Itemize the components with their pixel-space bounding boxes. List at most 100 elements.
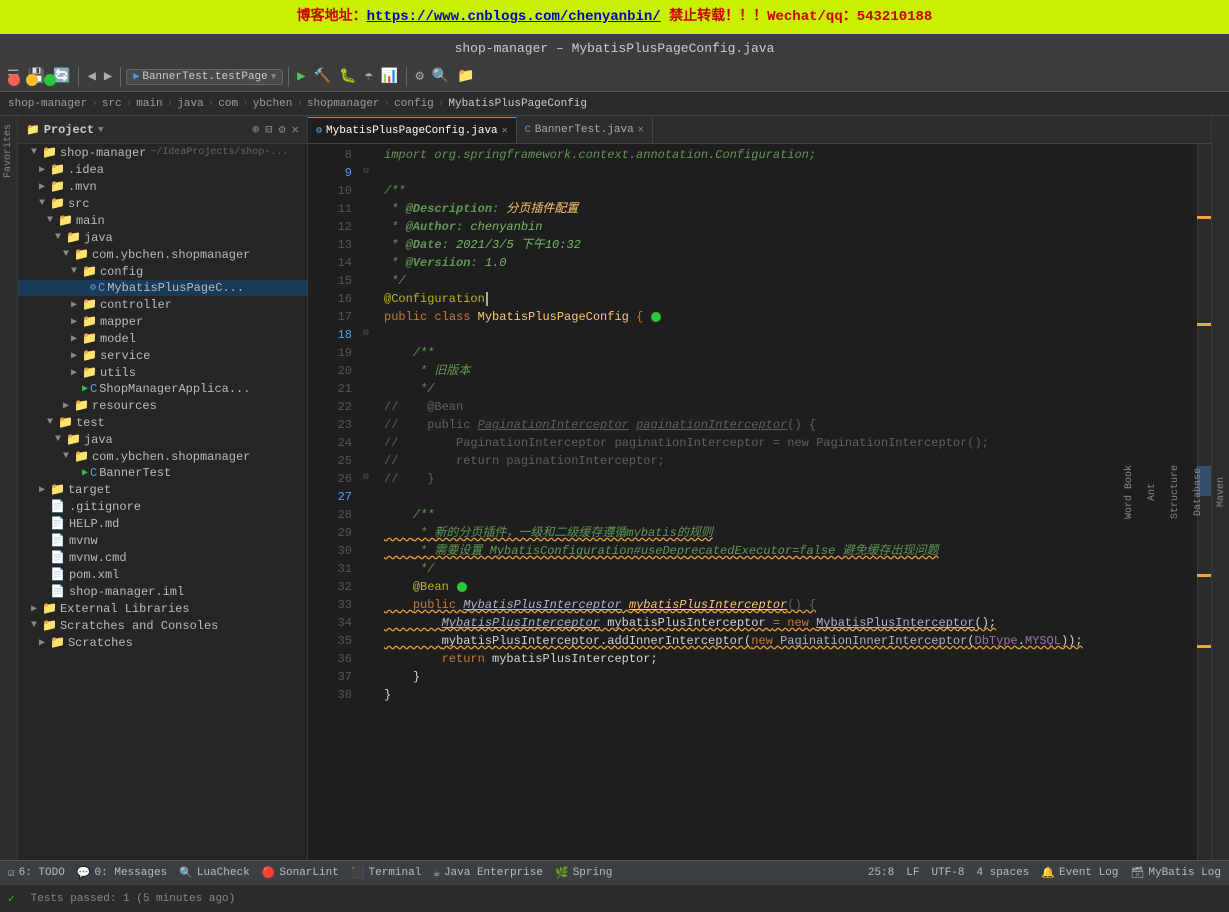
- fold-marker-27[interactable]: ⊟: [363, 472, 368, 482]
- encoding-label: UTF-8: [931, 867, 964, 879]
- tree-item-main[interactable]: ▼ 📁 main: [18, 212, 307, 229]
- tree-item-iml[interactable]: 📄 shop-manager.iml: [18, 583, 307, 600]
- window-buttons[interactable]: [8, 74, 56, 86]
- tree-item-mvn[interactable]: ▶ 📁 .mvn: [18, 178, 307, 195]
- tree-item-test[interactable]: ▼ 📁 test: [18, 414, 307, 431]
- tree-item-mvnw[interactable]: 📄 mvnw: [18, 532, 307, 549]
- sidebar-close-icon[interactable]: ✕: [292, 122, 299, 137]
- todo-status[interactable]: ☑ 6: TODO: [8, 866, 65, 880]
- tree-item-java[interactable]: ▼ 📁 java: [18, 229, 307, 246]
- run-file-icon: ▶: [82, 383, 88, 395]
- tree-item-root[interactable]: ▼ 📁 shop-manager ~/IdeaProjects/shop-...: [18, 144, 307, 161]
- tree-item-test-java[interactable]: ▼ 📁 java: [18, 431, 307, 448]
- tab-label: BannerTest.java: [535, 124, 634, 136]
- luacheck-label: LuaCheck: [197, 867, 250, 879]
- tree-label: com.ybchen.shopmanager: [92, 248, 250, 262]
- tree-item-model[interactable]: ▶ 📁 model: [18, 330, 307, 347]
- close-button[interactable]: [8, 74, 20, 86]
- maximize-button[interactable]: [44, 74, 56, 86]
- git-icon[interactable]: 📁: [454, 66, 477, 87]
- code-content[interactable]: import org.springframework.context.annot…: [376, 144, 1197, 860]
- debug-icon[interactable]: 🐛: [336, 66, 359, 87]
- tree-item-service[interactable]: ▶ 📁 service: [18, 347, 307, 364]
- expand-icon: ▶: [34, 484, 50, 496]
- tree-label: ShopManagerApplica...: [99, 382, 250, 396]
- breadcrumb-item[interactable]: java: [177, 98, 203, 110]
- breadcrumb-item[interactable]: shop-manager: [8, 98, 87, 110]
- run-config-dropdown[interactable]: ▶ BannerTest.testPage ▼: [126, 69, 283, 85]
- tree-item-pomxml[interactable]: 📄 pom.xml: [18, 566, 307, 583]
- tree-item-mapper[interactable]: ▶ 📁 mapper: [18, 313, 307, 330]
- spring-status[interactable]: 🌿 Spring: [555, 866, 612, 880]
- java-enterprise-status[interactable]: ☕ Java Enterprise: [433, 866, 543, 880]
- breadcrumb-item[interactable]: config: [394, 98, 434, 110]
- tree-item-gitignore[interactable]: 📄 .gitignore: [18, 498, 307, 515]
- profile-icon[interactable]: 📊: [378, 66, 401, 87]
- tree-item-bannertest[interactable]: ▶ C BannerTest: [18, 465, 307, 481]
- tree-item-resources[interactable]: ▶ 📁 resources: [18, 397, 307, 414]
- terminal-status[interactable]: ⬛ Terminal: [351, 866, 422, 880]
- settings-icon[interactable]: ⚙: [412, 66, 426, 87]
- tree-item-package[interactable]: ▼ 📁 com.ybchen.shopmanager: [18, 246, 307, 263]
- tree-item-scratches-consoles[interactable]: ▼ 📁 Scratches and Consoles: [18, 617, 307, 634]
- structure-panel-label[interactable]: Structure: [1168, 461, 1183, 523]
- maven-panel-label[interactable]: Maven: [1214, 473, 1229, 511]
- tree-label: mvnw.cmd: [69, 551, 127, 565]
- tree-item-utils[interactable]: ▶ 📁 utils: [18, 364, 307, 381]
- ant-panel-label[interactable]: Ant: [1145, 479, 1160, 505]
- spring-icon: 🌿: [555, 866, 569, 880]
- favorites-panel-label[interactable]: Favorites: [1, 120, 16, 182]
- breadcrumb-item[interactable]: com: [218, 98, 238, 110]
- sidebar-layout-icon[interactable]: ⊟: [265, 122, 272, 137]
- tab-bannertest[interactable]: C BannerTest.java ✕: [517, 117, 653, 143]
- fold-marker-9[interactable]: ⊟: [363, 166, 368, 176]
- tree-item-test-package[interactable]: ▼ 📁 com.ybchen.shopmanager: [18, 448, 307, 465]
- tree-item-mvnw-cmd[interactable]: 📄 mvnw.cmd: [18, 549, 307, 566]
- sidebar-dropdown[interactable]: ▼: [98, 125, 103, 135]
- tree-item-config[interactable]: ▼ 📁 config: [18, 263, 307, 280]
- event-log-status[interactable]: 🔔 Event Log: [1041, 866, 1118, 880]
- forward-icon[interactable]: ▶: [101, 66, 115, 87]
- minimize-button[interactable]: [26, 74, 38, 86]
- tree-item-helpmd[interactable]: 📄 HELP.md: [18, 515, 307, 532]
- tree-item-idea[interactable]: ▶ 📁 .idea: [18, 161, 307, 178]
- luacheck-status[interactable]: 🔍 LuaCheck: [179, 866, 250, 880]
- todo-label: 6: TODO: [19, 867, 65, 879]
- tab-mybatisconfig[interactable]: ⚙ MybatisPlusPageConfig.java ✕: [308, 117, 517, 143]
- breadcrumb-item[interactable]: main: [136, 98, 162, 110]
- back-icon[interactable]: ◀: [84, 66, 98, 87]
- breadcrumb-current[interactable]: MybatisPlusPageConfig: [448, 98, 587, 110]
- breadcrumb-item[interactable]: shopmanager: [307, 98, 380, 110]
- search-icon[interactable]: 🔍: [429, 66, 452, 87]
- breadcrumb-item[interactable]: src: [102, 98, 122, 110]
- tab-close-button[interactable]: ✕: [502, 125, 508, 137]
- run-button[interactable]: ▶: [294, 66, 308, 87]
- indent-status[interactable]: 4 spaces: [976, 867, 1029, 879]
- tree-item-scratches[interactable]: ▶ 📁 Scratches: [18, 634, 307, 651]
- tree-label: mapper: [100, 315, 143, 329]
- mybatis-log-status[interactable]: 🗃 MyBatis Log: [1130, 866, 1221, 880]
- cursor-position-status[interactable]: 25:8: [868, 867, 894, 879]
- code-line: // @Bean: [384, 398, 1189, 416]
- breadcrumb-item[interactable]: ybchen: [253, 98, 293, 110]
- tree-item-target[interactable]: ▶ 📁 target: [18, 481, 307, 498]
- code-editor[interactable]: 8 9 10 11 12 13 14 15 16 17 18 19 20 21 …: [308, 144, 1211, 860]
- fold-marker-18[interactable]: ⊟: [363, 328, 368, 338]
- tree-item-external-libs[interactable]: ▶ 📁 External Libraries: [18, 600, 307, 617]
- wordbook-panel-label[interactable]: Word Book: [1122, 461, 1137, 523]
- tree-item-shopmanagerapp[interactable]: ▶ C ShopManagerApplica...: [18, 381, 307, 397]
- coverage-icon[interactable]: ☂: [361, 66, 375, 87]
- tab-close-button[interactable]: ✕: [638, 124, 644, 136]
- encoding-status[interactable]: UTF-8: [931, 867, 964, 879]
- tree-item-mybatisconfig[interactable]: ⚙ C MybatisPlusPageC...: [18, 280, 307, 296]
- tree-item-src[interactable]: ▼ 📁 src: [18, 195, 307, 212]
- sidebar-settings-icon[interactable]: ⚙: [279, 122, 286, 137]
- code-line: * @Date: 2021/3/5 下午10:32: [384, 236, 1189, 254]
- messages-status[interactable]: 💬 0: Messages: [77, 866, 167, 880]
- sidebar-add-icon[interactable]: ⊕: [252, 122, 259, 137]
- tree-item-controller[interactable]: ▶ 📁 controller: [18, 296, 307, 313]
- line-separator-status[interactable]: LF: [906, 867, 919, 879]
- database-panel-label[interactable]: Database: [1191, 464, 1206, 520]
- sonarlint-status[interactable]: 🔴 SonarLint: [262, 866, 339, 880]
- build-icon[interactable]: 🔨: [311, 66, 334, 87]
